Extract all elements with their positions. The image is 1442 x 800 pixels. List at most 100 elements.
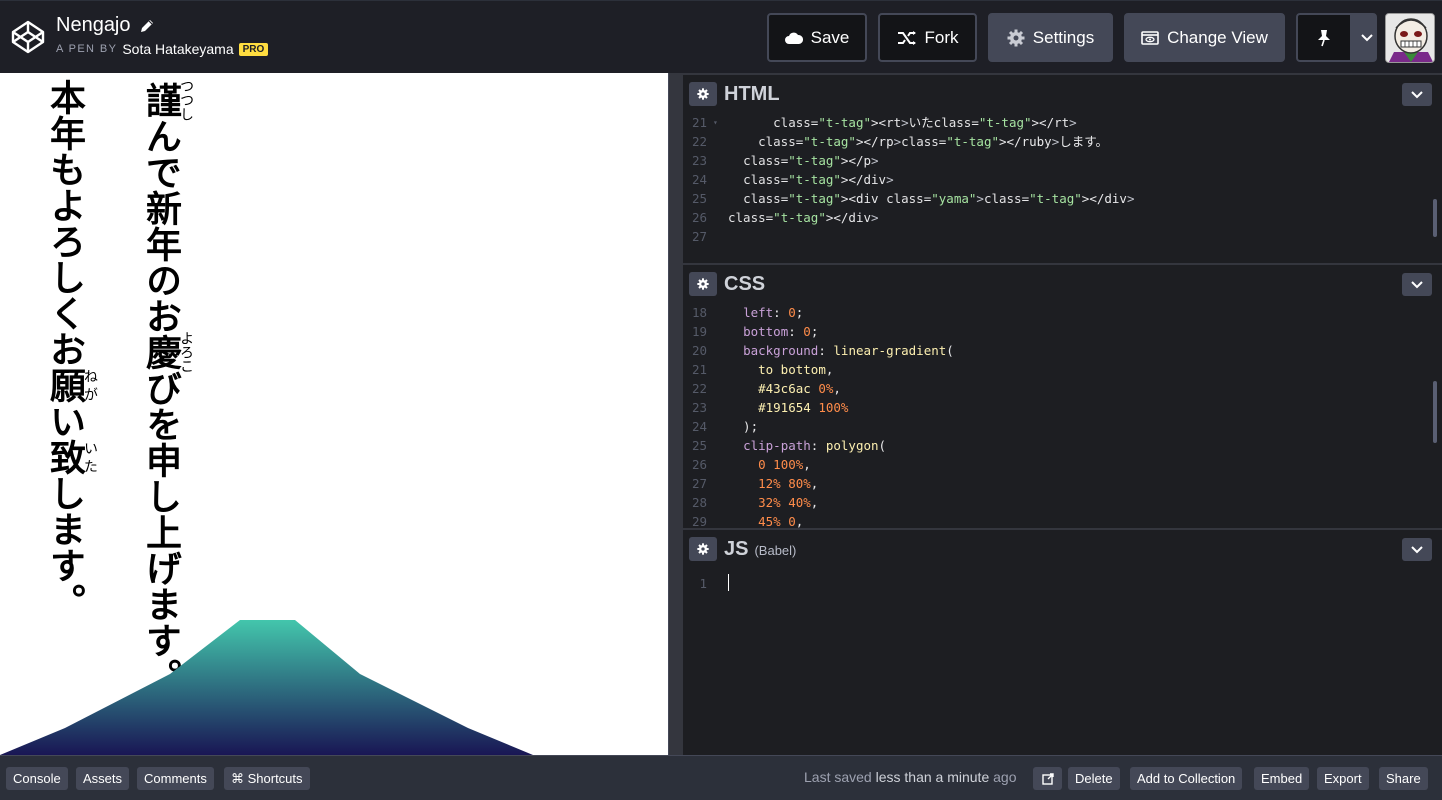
assets-button[interactable]: Assets <box>76 767 130 790</box>
code-line: 21 ▾ class="t-tag"><rt>いたclass="t-tag"></… <box>683 113 1442 132</box>
code-line: 24 class="t-tag"></div> <box>683 170 1442 189</box>
line-number: 18 <box>691 305 707 320</box>
css-settings-button[interactable] <box>689 272 717 296</box>
js-collapse-button[interactable] <box>1402 538 1432 561</box>
code-line: 20 background: linear-gradient( <box>683 341 1442 360</box>
settings-button[interactable]: Settings <box>988 13 1113 62</box>
pencil-icon[interactable] <box>139 18 155 34</box>
line-number: 24 <box>691 419 707 434</box>
css-scrollbar[interactable] <box>1433 381 1437 443</box>
chevron-down-icon <box>1360 33 1373 41</box>
codepen-editor: Nengajo A PEN BY Sota Hatakeyama PRO Sav… <box>0 0 1442 800</box>
fork-button[interactable]: Fork <box>878 13 977 62</box>
add-to-collection-button[interactable]: Add to Collection <box>1130 767 1243 790</box>
settings-label: Settings <box>1032 27 1095 47</box>
ruby-yorokobi: 慶よろこ <box>140 331 194 373</box>
gear-icon <box>697 278 709 290</box>
footer-bar: Console Assets Comments ⌘ Shortcuts Last… <box>0 755 1442 800</box>
console-button[interactable]: Console <box>6 767 68 790</box>
line-number: 21 <box>691 115 707 130</box>
furigana-itashi: いた <box>82 439 98 475</box>
author-link[interactable]: Sota Hatakeyama <box>122 41 233 57</box>
last-saved-status: Last saved less than a minute ago <box>804 769 1016 785</box>
share-button[interactable]: Share <box>1379 767 1428 790</box>
cloud-icon <box>784 32 803 44</box>
comments-button[interactable]: Comments <box>137 767 214 790</box>
text-segment: い <box>44 403 86 439</box>
code-text: ); <box>728 419 759 434</box>
ruby-itashi: 致いた <box>44 439 98 475</box>
resize-divider[interactable] <box>668 73 683 755</box>
saved-prefix: Last saved <box>804 769 872 785</box>
code-text: left: 0; <box>743 305 804 320</box>
js-editor-pane: JS (Babel) 1 <box>683 528 1442 755</box>
open-external-button[interactable] <box>1033 767 1062 790</box>
shortcuts-button[interactable]: ⌘ Shortcuts <box>224 767 310 790</box>
save-label: Save <box>810 27 850 47</box>
html-editor-header: HTML <box>683 73 1442 113</box>
html-editor-title: HTML <box>724 82 780 105</box>
pin-menu-toggle[interactable] <box>1358 15 1375 60</box>
pin-button[interactable] <box>1298 15 1350 60</box>
code-text: 32% 40%, <box>758 495 819 510</box>
pen-title[interactable]: Nengajo <box>56 14 131 37</box>
code-text: class="t-tag"></p> <box>743 153 879 168</box>
view-icon <box>1141 30 1159 45</box>
line-number: 22 <box>691 381 707 396</box>
html-code-area[interactable]: 21 ▾ class="t-tag"><rt>いたclass="t-tag"></… <box>683 113 1442 246</box>
external-link-icon <box>1041 772 1054 785</box>
codepen-logo-icon[interactable] <box>10 19 46 55</box>
ruby-tsutsushi: 謹つつし <box>140 79 194 121</box>
code-text: class="t-tag"></rp>class="t-tag"></ruby>… <box>758 134 1108 149</box>
css-collapse-button[interactable] <box>1402 273 1432 296</box>
html-settings-button[interactable] <box>689 82 717 106</box>
code-line: 22 #43c6ac 0%, <box>683 379 1442 398</box>
code-text: 12% 80%, <box>758 476 819 491</box>
gear-icon <box>697 543 709 555</box>
saved-time: less than a minute <box>875 769 990 785</box>
byline-prefix: A PEN BY <box>56 43 118 55</box>
delete-button[interactable]: Delete <box>1068 767 1120 790</box>
line-number: 26 <box>691 210 707 225</box>
html-scrollbar[interactable] <box>1433 199 1437 237</box>
result-preview[interactable]: 謹つつしんで新年のお慶よろこびを申し上げます。 本年もよろしくお願ねがい致いたし… <box>0 73 668 755</box>
line-number: 28 <box>691 495 707 510</box>
line-number: 23 <box>691 400 707 415</box>
js-settings-button[interactable] <box>689 537 717 561</box>
code-text: 45% 0, <box>758 514 804 528</box>
code-line: 21 to bottom, <box>683 360 1442 379</box>
gear-icon <box>1007 29 1025 46</box>
line-number: 19 <box>691 324 707 339</box>
css-code-area[interactable]: 18 left: 0; 19 bottom: 0; 20 background: l… <box>683 303 1442 528</box>
text-segment: 本年もよろしくお <box>44 79 86 367</box>
mountain-graphic <box>0 620 533 755</box>
line-number: 25 <box>691 438 707 453</box>
code-text: #191654 100% <box>758 400 849 415</box>
change-view-label: Change View <box>1167 27 1268 47</box>
kanji-negai: 願 <box>44 367 86 403</box>
header: Nengajo A PEN BY Sota Hatakeyama PRO Sav… <box>0 0 1442 73</box>
code-text: bottom: 0; <box>743 324 819 339</box>
user-avatar[interactable] <box>1385 13 1435 63</box>
code-line: 29 45% 0, <box>683 512 1442 528</box>
export-button[interactable]: Export <box>1317 767 1369 790</box>
change-view-button[interactable]: Change View <box>1124 13 1285 62</box>
code-text: class="t-tag"></div> <box>743 172 894 187</box>
save-button[interactable]: Save <box>767 13 867 62</box>
code-text: class="t-tag"><div class="yama">class="t… <box>743 191 1135 206</box>
code-line: 18 left: 0; <box>683 303 1442 322</box>
furigana-yorokobi: よろこ <box>178 331 194 373</box>
embed-button[interactable]: Embed <box>1254 767 1310 790</box>
code-text: class="t-tag"><rt>いたclass="t-tag"></rt> <box>773 115 1077 130</box>
fold-arrow-icon[interactable]: ▾ <box>713 113 721 132</box>
html-collapse-button[interactable] <box>1402 83 1432 106</box>
js-code-area[interactable]: 1 <box>683 568 1442 593</box>
